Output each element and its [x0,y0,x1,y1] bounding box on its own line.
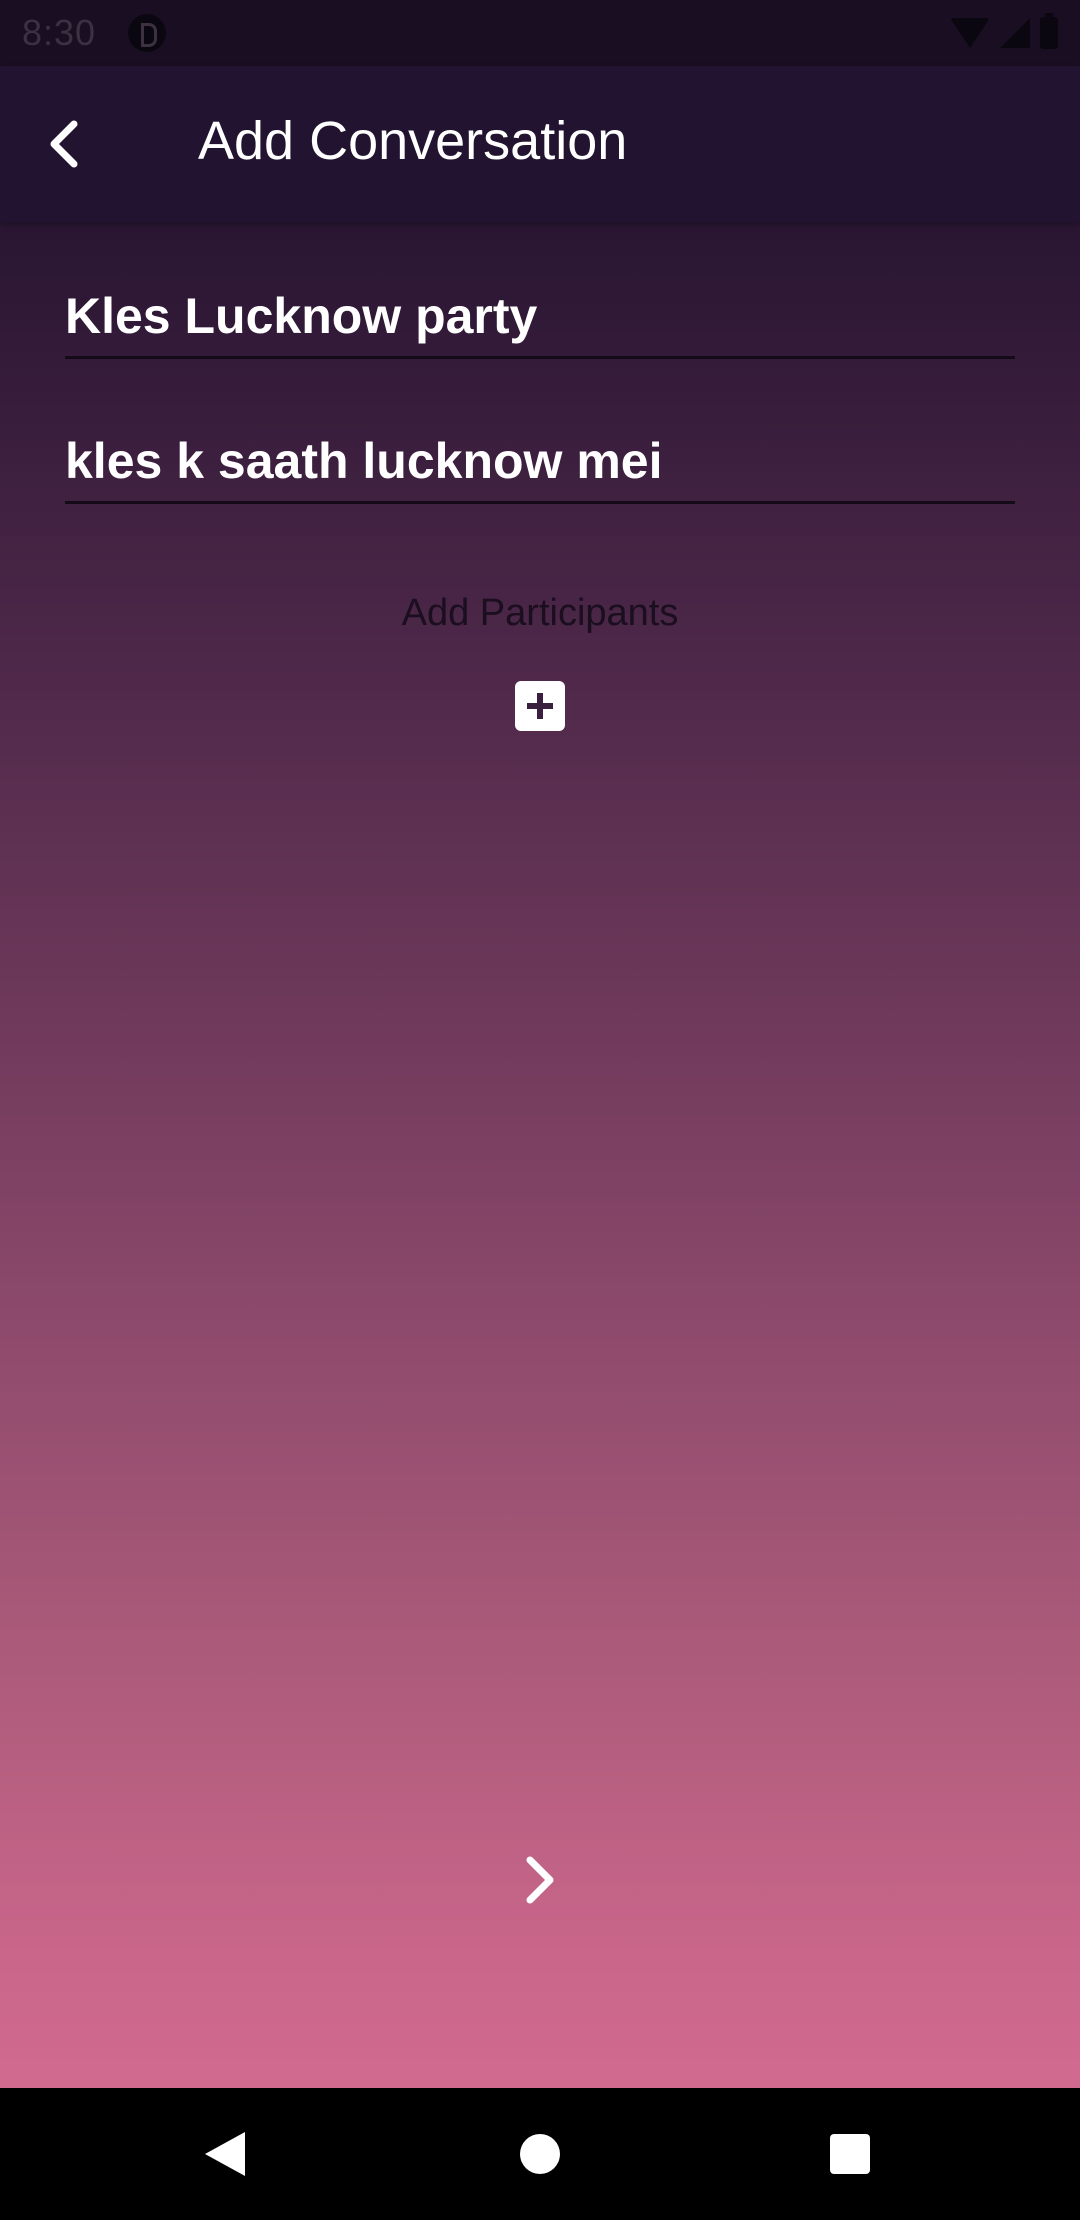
signal-icon [1000,18,1030,48]
status-bar: 8:30 [0,0,1080,66]
chevron-left-icon [50,120,78,168]
home-circle-icon[interactable] [520,2134,560,2174]
app-bar: Add Conversation [0,66,1080,222]
back-triangle-icon[interactable] [205,2132,245,2176]
conversation-title-input[interactable] [65,276,1015,356]
page-title: Add Conversation [198,111,628,171]
conversation-title-field[interactable] [65,276,1015,359]
status-time: 8:30 [22,12,97,53]
conversation-description-field[interactable] [65,421,1015,504]
wifi-icon [950,18,990,48]
recents-square-icon[interactable] [830,2134,870,2174]
add-participants-label: Add Participants [401,592,679,634]
add-participant-button[interactable] [515,681,565,731]
next-button[interactable] [508,1848,572,1912]
back-button[interactable] [30,102,114,186]
status-icons [950,13,1058,52]
screen-background: 8:30 Add Conversation Add Participants [0,0,1080,2220]
navigation-bar [0,2088,1080,2220]
app-notification-icon [128,14,166,52]
battery-icon [1040,13,1058,49]
conversation-description-input[interactable] [65,421,1015,501]
chevron-right-icon [526,1856,554,1904]
